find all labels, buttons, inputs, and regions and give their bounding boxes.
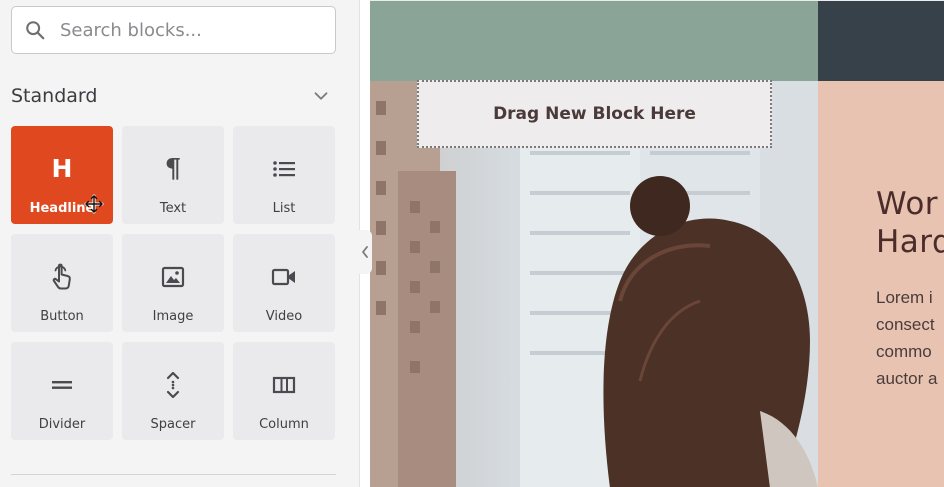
block-list[interactable]: List xyxy=(233,126,335,224)
drop-zone-label: Drag New Block Here xyxy=(493,104,696,124)
column-icon xyxy=(272,376,296,394)
section-body[interactable]: Lorem i consect commo auctor a xyxy=(876,284,937,392)
block-label: Button xyxy=(40,309,84,324)
block-button[interactable]: Button xyxy=(11,234,113,332)
block-label: Spacer xyxy=(150,417,196,432)
block-column[interactable]: Column xyxy=(233,342,335,440)
search-box[interactable] xyxy=(11,6,336,54)
block-sidebar: Standard H Headline xyxy=(0,0,360,487)
standard-section-header[interactable]: Standard xyxy=(11,82,336,110)
divider-icon xyxy=(52,381,72,389)
spacer-icon xyxy=(166,371,180,399)
section-heading[interactable]: Wor Hard xyxy=(876,185,944,261)
sidebar-divider xyxy=(11,474,336,475)
section-title: Standard xyxy=(11,85,98,107)
list-icon xyxy=(273,161,295,177)
chevron-left-icon xyxy=(362,246,368,258)
page-canvas[interactable]: Wor Hard Lorem i consect commo auctor a … xyxy=(370,0,944,487)
block-label: List xyxy=(272,201,296,216)
sidebar-collapse-handle[interactable] xyxy=(358,230,372,274)
heading-icon: H xyxy=(51,154,73,183)
block-video[interactable]: Video xyxy=(233,234,335,332)
drop-zone[interactable]: Drag New Block Here xyxy=(417,80,772,148)
video-camera-icon xyxy=(271,268,295,286)
sage-band xyxy=(370,1,818,81)
block-label: Video xyxy=(265,309,303,324)
block-label: Column xyxy=(259,417,309,432)
block-label: Image xyxy=(152,309,194,324)
chevron-down-icon[interactable] xyxy=(310,85,332,107)
block-text[interactable]: ¶ Text xyxy=(122,126,224,224)
block-label: Divider xyxy=(38,417,86,432)
pointer-hand-icon xyxy=(52,263,71,290)
block-divider[interactable]: Divider xyxy=(11,342,113,440)
search-input[interactable] xyxy=(60,19,320,41)
paragraph-icon: ¶ xyxy=(164,154,182,184)
search-icon xyxy=(26,21,45,40)
image-icon xyxy=(161,266,185,288)
block-image[interactable]: Image xyxy=(122,234,224,332)
block-spacer[interactable]: Spacer xyxy=(122,342,224,440)
move-cursor-icon xyxy=(84,194,104,214)
text-panel: Wor Hard Lorem i consect commo auctor a xyxy=(818,81,944,487)
dark-band xyxy=(818,1,944,81)
block-label: Text xyxy=(159,201,187,216)
block-grid: H Headline ¶ Text List Button Image Vide… xyxy=(11,126,336,440)
block-headline[interactable]: H Headline xyxy=(11,126,113,224)
